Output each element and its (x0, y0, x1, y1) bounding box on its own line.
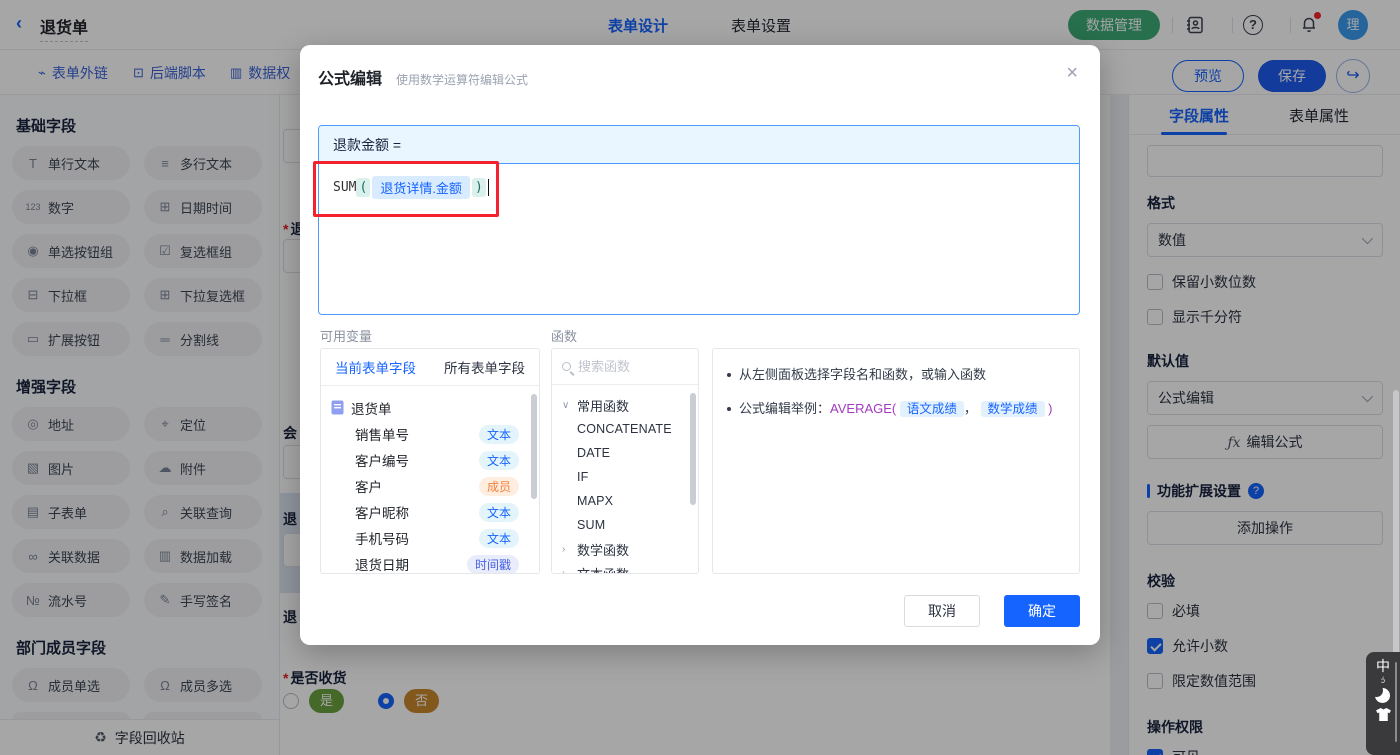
chevron-right-icon: › (562, 543, 566, 555)
variables-label: 可用变量 (320, 329, 373, 344)
chevron-right-icon: › (562, 567, 566, 574)
cancel-button[interactable]: 取消 (904, 595, 980, 627)
scrollbar-thumb[interactable] (690, 393, 696, 505)
example-chip: 语文成绩 (899, 401, 964, 417)
paren-close: ) (471, 178, 486, 197)
scrollbar-thumb[interactable] (531, 394, 537, 499)
modal-title: 公式编辑 (318, 71, 383, 88)
function-item-sum[interactable]: SUM (562, 513, 698, 537)
group-math-functions[interactable]: › 数学函数 (562, 537, 698, 561)
function-item-date[interactable]: DATE (562, 441, 698, 465)
confirm-button[interactable]: 确定 (1004, 595, 1080, 627)
type-badge: 时间戳 (466, 554, 519, 573)
tab-all-form-fields[interactable]: 所有表单字段 (444, 357, 525, 377)
formula-expression[interactable]: SUM(退货详情.金额) (319, 164, 1079, 211)
function-search[interactable] (552, 349, 698, 385)
variable-row[interactable]: 退货日期 时间戳 (331, 551, 533, 573)
language-toggle[interactable]: 中 (1376, 658, 1390, 674)
form-designer-app: ‹ 退货单 表单设计 表单设置 数据管理 ? 理 ⌁ 表单外链 ⊡ 后端脚本 ▥… (0, 0, 1400, 755)
formula-target: 退款金额 = (319, 126, 1079, 164)
type-badge: 文本 (478, 424, 519, 444)
formula-input-area[interactable]: 退款金额 = SUM(退货详情.金额) (318, 125, 1080, 315)
field-token[interactable]: 退货详情.金额 (372, 176, 470, 199)
type-badge: 文本 (478, 502, 519, 522)
tip-text: 从左侧面板选择字段名和函数，或输入函数 (739, 367, 987, 382)
example-function: AVERAGE( (830, 401, 897, 416)
form-node[interactable]: 退货单 (331, 394, 533, 421)
shirt-skin-icon[interactable] (1375, 708, 1391, 724)
formula-function: SUM (333, 180, 357, 195)
variable-row[interactable]: 客户昵称 文本 (331, 499, 533, 525)
group-common-functions[interactable]: ∨ 常用函数 (562, 393, 698, 417)
variable-row[interactable]: 客户 成员 (331, 473, 533, 499)
moon-icon[interactable] (1370, 684, 1391, 704)
tip-example: 公式编辑举例：AVERAGE( 语文成绩， 数学成绩 ) (739, 401, 1053, 417)
variable-row[interactable]: 手机号码 文本 (331, 525, 533, 551)
paren-open: ( (356, 178, 371, 197)
type-badge: 成员 (478, 476, 519, 496)
chevron-down-icon: ∨ (562, 399, 570, 411)
modal-subtitle: 使用数学运算符编辑公式 (396, 73, 529, 87)
widget-scroll-line (1395, 662, 1397, 742)
function-search-input[interactable] (578, 359, 678, 374)
text-cursor (487, 179, 490, 196)
variable-row[interactable]: 客户编号 文本 (331, 447, 533, 473)
group-text-functions[interactable]: › 文本函数 (562, 561, 698, 574)
variable-row[interactable]: 销售单号 文本 (331, 421, 533, 447)
document-icon (331, 400, 344, 415)
formula-editor-modal: 公式编辑 使用数学运算符编辑公式 × 退款金额 = SUM(退货详情.金额) 可… (300, 45, 1100, 645)
functions-label: 函数 (551, 329, 578, 344)
variables-panel: 当前表单字段 所有表单字段 退货单 销售单号 文本 客户编号 文本 客户 成员 客户昵… (320, 348, 540, 574)
example-chip: 数学成绩 (980, 401, 1045, 417)
function-item-if[interactable]: IF (562, 465, 698, 489)
function-item-concatenate[interactable]: CONCATENATE (562, 417, 698, 441)
search-icon (562, 362, 571, 371)
function-item-mapx[interactable]: MAPX (562, 489, 698, 513)
punctuation-toggle[interactable]: ɔ́ (1381, 677, 1385, 685)
close-icon[interactable]: × (1066, 63, 1078, 83)
type-badge: 文本 (478, 528, 519, 548)
functions-panel: ∨常用函数 CONCATENATE DATE IF MAPX SUM ›数学函数… (551, 348, 699, 574)
formula-tips-panel: 从左侧面板选择字段名和函数，或输入函数 公式编辑举例：AVERAGE( 语文成绩… (712, 348, 1080, 574)
tab-current-form-fields[interactable]: 当前表单字段 (335, 357, 416, 377)
type-badge: 文本 (478, 450, 519, 470)
input-method-widget[interactable]: 中 ɔ́ (1366, 652, 1400, 755)
